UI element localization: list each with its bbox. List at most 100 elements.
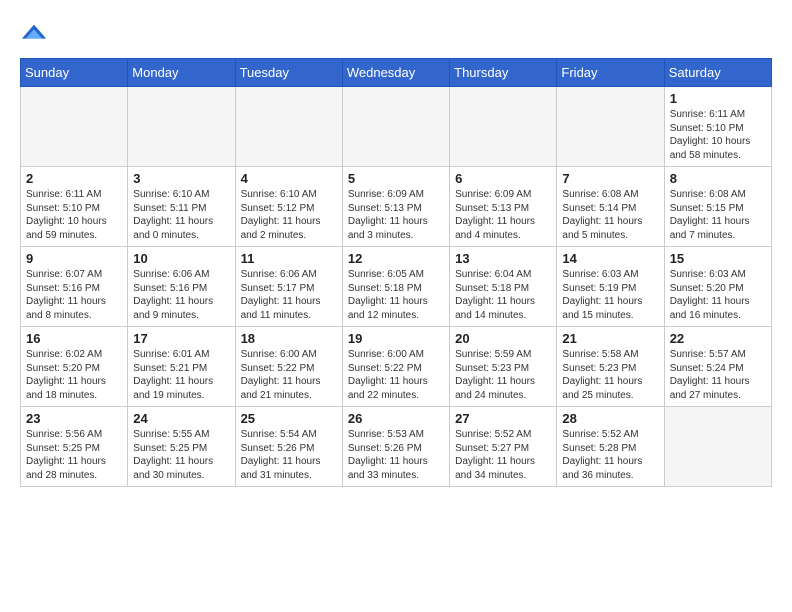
calendar-cell: 8 Sunrise: 6:08 AM Sunset: 5:15 PM Daylig… xyxy=(664,167,771,247)
day-number: 21 xyxy=(562,331,658,346)
calendar-cell: 19Sunrise: 6:00 AM Sunset: 5:22 PM Dayli… xyxy=(342,327,449,407)
calendar-week-4: 23 Sunrise: 5:56 AM Sunset: 5:25 PM Dayli… xyxy=(21,407,772,487)
calendar-cell: 3 Sunrise: 6:10 AM Sunset: 5:11 PM Daylig… xyxy=(128,167,235,247)
calendar-cell: 20 Sunrise: 5:59 AM Sunset: 5:23 PM Dayli… xyxy=(450,327,557,407)
calendar-cell: 25 Sunrise: 5:54 AM Sunset: 5:26 PM Dayli… xyxy=(235,407,342,487)
calendar-cell xyxy=(342,87,449,167)
calendar-cell: 13 Sunrise: 6:04 AM Sunset: 5:18 PM Dayli… xyxy=(450,247,557,327)
calendar-cell: 14Sunrise: 6:03 AM Sunset: 5:19 PM Dayli… xyxy=(557,247,664,327)
day-number: 26 xyxy=(348,411,444,426)
day-number: 1 xyxy=(670,91,766,106)
calendar-cell: 4 Sunrise: 6:10 AM Sunset: 5:12 PM Daylig… xyxy=(235,167,342,247)
day-number: 13 xyxy=(455,251,551,266)
calendar-cell: 21 Sunrise: 5:58 AM Sunset: 5:23 PM Dayli… xyxy=(557,327,664,407)
weekday-header-row: SundayMondayTuesdayWednesdayThursdayFrid… xyxy=(21,59,772,87)
calendar-cell: 11 Sunrise: 6:06 AM Sunset: 5:17 PM Dayli… xyxy=(235,247,342,327)
calendar-cell: 18 Sunrise: 6:00 AM Sunset: 5:22 PM Dayli… xyxy=(235,327,342,407)
calendar-cell: 9 Sunrise: 6:07 AM Sunset: 5:16 PM Daylig… xyxy=(21,247,128,327)
day-info: Sunrise: 5:58 AM Sunset: 5:23 PM Dayligh… xyxy=(562,348,658,402)
calendar-cell: 23 Sunrise: 5:56 AM Sunset: 5:25 PM Dayli… xyxy=(21,407,128,487)
calendar-cell: 22 Sunrise: 5:57 AM Sunset: 5:24 PM Dayli… xyxy=(664,327,771,407)
logo-icon xyxy=(20,20,48,48)
calendar-cell: 15 Sunrise: 6:03 AM Sunset: 5:20 PM Dayli… xyxy=(664,247,771,327)
weekday-friday: Friday xyxy=(557,59,664,87)
day-info: Sunrise: 5:57 AM Sunset: 5:24 PM Dayligh… xyxy=(670,348,766,402)
day-info: Sunrise: 5:52 AM Sunset: 5:27 PM Dayligh… xyxy=(455,428,551,482)
day-number: 25 xyxy=(241,411,337,426)
day-number: 12 xyxy=(348,251,444,266)
day-number: 3 xyxy=(133,171,229,186)
calendar-cell xyxy=(21,87,128,167)
day-info: Sunrise: 6:06 AM Sunset: 5:17 PM Dayligh… xyxy=(241,268,337,322)
day-number: 24 xyxy=(133,411,229,426)
day-info: Sunrise: 5:52 AM Sunset: 5:28 PM Dayligh… xyxy=(562,428,658,482)
calendar-header: SundayMondayTuesdayWednesdayThursdayFrid… xyxy=(21,59,772,87)
weekday-wednesday: Wednesday xyxy=(342,59,449,87)
day-number: 15 xyxy=(670,251,766,266)
day-info: Sunrise: 6:04 AM Sunset: 5:18 PM Dayligh… xyxy=(455,268,551,322)
day-info: Sunrise: 6:11 AM Sunset: 5:10 PM Dayligh… xyxy=(670,108,766,162)
day-info: Sunrise: 5:59 AM Sunset: 5:23 PM Dayligh… xyxy=(455,348,551,402)
calendar-cell: 17 Sunrise: 6:01 AM Sunset: 5:21 PM Dayli… xyxy=(128,327,235,407)
day-number: 23 xyxy=(26,411,122,426)
calendar-cell: 26 Sunrise: 5:53 AM Sunset: 5:26 PM Dayli… xyxy=(342,407,449,487)
day-info: Sunrise: 6:08 AM Sunset: 5:15 PM Dayligh… xyxy=(670,188,766,242)
day-info: Sunrise: 6:03 AM Sunset: 5:20 PM Dayligh… xyxy=(670,268,766,322)
day-info: Sunrise: 6:03 AM Sunset: 5:19 PM Dayligh… xyxy=(562,268,658,322)
calendar-cell: 16 Sunrise: 6:02 AM Sunset: 5:20 PM Dayli… xyxy=(21,327,128,407)
day-info: Sunrise: 5:53 AM Sunset: 5:26 PM Dayligh… xyxy=(348,428,444,482)
calendar-cell: 5Sunrise: 6:09 AM Sunset: 5:13 PM Daylig… xyxy=(342,167,449,247)
day-number: 22 xyxy=(670,331,766,346)
day-info: Sunrise: 6:07 AM Sunset: 5:16 PM Dayligh… xyxy=(26,268,122,322)
day-info: Sunrise: 5:56 AM Sunset: 5:25 PM Dayligh… xyxy=(26,428,122,482)
calendar-body: 1 Sunrise: 6:11 AM Sunset: 5:10 PM Daylig… xyxy=(21,87,772,487)
day-number: 17 xyxy=(133,331,229,346)
calendar-cell xyxy=(128,87,235,167)
day-info: Sunrise: 6:05 AM Sunset: 5:18 PM Dayligh… xyxy=(348,268,444,322)
day-number: 11 xyxy=(241,251,337,266)
calendar-cell: 1 Sunrise: 6:11 AM Sunset: 5:10 PM Daylig… xyxy=(664,87,771,167)
day-info: Sunrise: 6:00 AM Sunset: 5:22 PM Dayligh… xyxy=(241,348,337,402)
day-info: Sunrise: 6:10 AM Sunset: 5:11 PM Dayligh… xyxy=(133,188,229,242)
day-number: 7 xyxy=(562,171,658,186)
calendar-cell xyxy=(664,407,771,487)
calendar-cell: 24 Sunrise: 5:55 AM Sunset: 5:25 PM Dayli… xyxy=(128,407,235,487)
day-info: Sunrise: 6:01 AM Sunset: 5:21 PM Dayligh… xyxy=(133,348,229,402)
day-number: 10 xyxy=(133,251,229,266)
calendar-cell xyxy=(450,87,557,167)
calendar-cell: 7Sunrise: 6:08 AM Sunset: 5:14 PM Daylig… xyxy=(557,167,664,247)
weekday-monday: Monday xyxy=(128,59,235,87)
day-number: 19 xyxy=(348,331,444,346)
day-info: Sunrise: 6:02 AM Sunset: 5:20 PM Dayligh… xyxy=(26,348,122,402)
calendar-cell xyxy=(235,87,342,167)
weekday-saturday: Saturday xyxy=(664,59,771,87)
day-number: 27 xyxy=(455,411,551,426)
day-info: Sunrise: 5:55 AM Sunset: 5:25 PM Dayligh… xyxy=(133,428,229,482)
calendar-cell: 28 Sunrise: 5:52 AM Sunset: 5:28 PM Dayli… xyxy=(557,407,664,487)
page-header xyxy=(20,20,772,48)
weekday-tuesday: Tuesday xyxy=(235,59,342,87)
day-number: 28 xyxy=(562,411,658,426)
day-number: 6 xyxy=(455,171,551,186)
calendar-week-3: 16 Sunrise: 6:02 AM Sunset: 5:20 PM Dayli… xyxy=(21,327,772,407)
weekday-sunday: Sunday xyxy=(21,59,128,87)
day-info: Sunrise: 6:06 AM Sunset: 5:16 PM Dayligh… xyxy=(133,268,229,322)
day-number: 18 xyxy=(241,331,337,346)
day-info: Sunrise: 6:11 AM Sunset: 5:10 PM Dayligh… xyxy=(26,188,122,242)
day-number: 2 xyxy=(26,171,122,186)
logo xyxy=(20,20,52,48)
calendar-week-0: 1 Sunrise: 6:11 AM Sunset: 5:10 PM Daylig… xyxy=(21,87,772,167)
day-info: Sunrise: 5:54 AM Sunset: 5:26 PM Dayligh… xyxy=(241,428,337,482)
calendar-cell: 2 Sunrise: 6:11 AM Sunset: 5:10 PM Daylig… xyxy=(21,167,128,247)
day-info: Sunrise: 6:09 AM Sunset: 5:13 PM Dayligh… xyxy=(455,188,551,242)
calendar-cell: 27 Sunrise: 5:52 AM Sunset: 5:27 PM Dayli… xyxy=(450,407,557,487)
calendar-cell: 6 Sunrise: 6:09 AM Sunset: 5:13 PM Daylig… xyxy=(450,167,557,247)
day-number: 4 xyxy=(241,171,337,186)
day-number: 9 xyxy=(26,251,122,266)
calendar-cell xyxy=(557,87,664,167)
day-number: 16 xyxy=(26,331,122,346)
day-number: 5 xyxy=(348,171,444,186)
day-info: Sunrise: 6:10 AM Sunset: 5:12 PM Dayligh… xyxy=(241,188,337,242)
day-number: 8 xyxy=(670,171,766,186)
day-number: 20 xyxy=(455,331,551,346)
